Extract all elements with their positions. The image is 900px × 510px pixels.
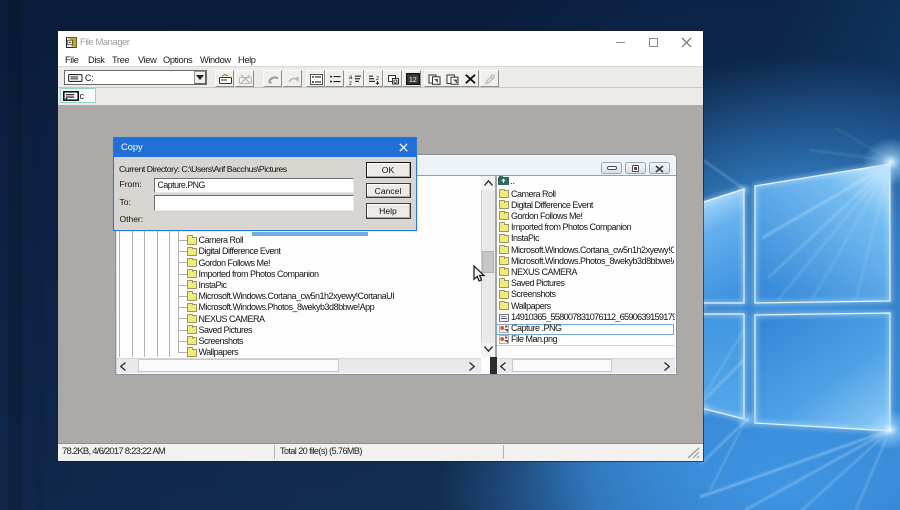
- svg-text:12: 12: [409, 77, 417, 84]
- svg-text:z: z: [349, 81, 352, 85]
